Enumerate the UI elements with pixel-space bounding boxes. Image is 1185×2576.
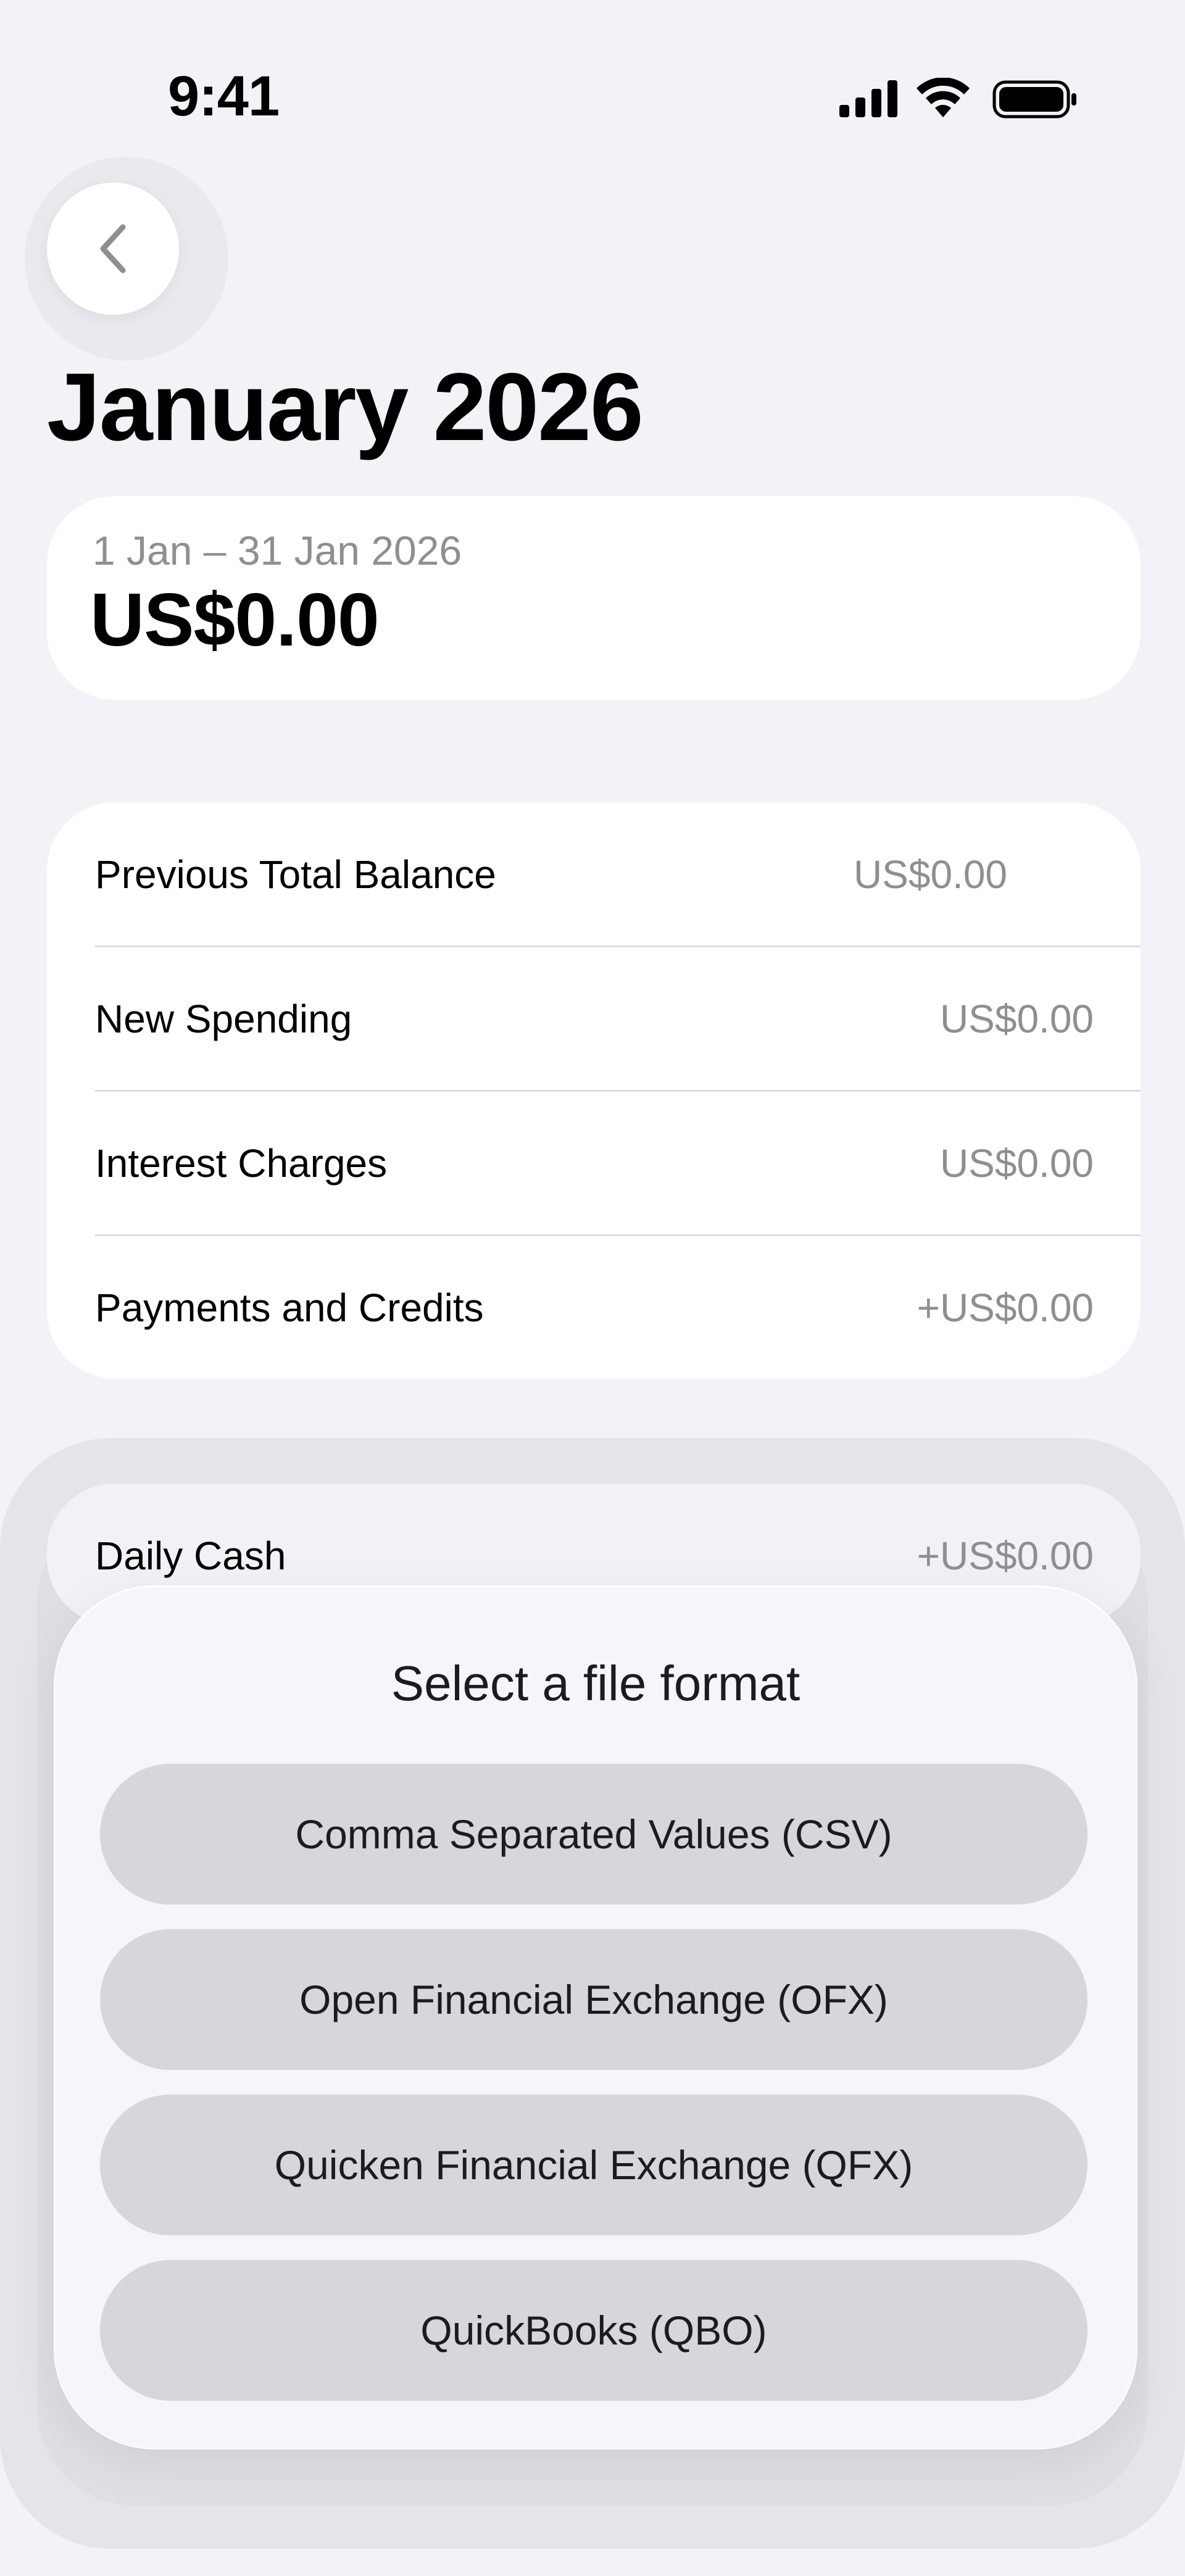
detail-value: US$0.00 xyxy=(939,997,1094,1041)
file-format-sheet: Select a file format Comma Separated Val… xyxy=(56,1587,1136,2448)
status-bar: 9:41 xyxy=(0,0,1185,191)
date-range: 1 Jan – 31 Jan 2026 xyxy=(93,528,462,573)
ofx-format-button[interactable]: Open Financial Exchange (OFX) xyxy=(100,1929,1087,2070)
detail-value: US$0.00 xyxy=(939,1141,1094,1186)
daily-cash-value: +US$0.00 xyxy=(917,1534,1094,1578)
detail-label: New Spending xyxy=(95,997,352,1041)
detail-value: US$0.00 xyxy=(853,852,1007,897)
detail-row-new-spending: New Spending US$0.00 xyxy=(95,947,1094,1091)
status-time: 9:41 xyxy=(168,65,280,128)
detail-row-interest-charges: Interest Charges US$0.00 xyxy=(95,1091,1094,1236)
detail-label: Previous Total Balance xyxy=(95,852,496,897)
wifi-icon xyxy=(917,78,970,117)
detail-label: Interest Charges xyxy=(95,1141,388,1186)
summary-card: 1 Jan – 31 Jan 2026 US$0.00 xyxy=(47,496,1141,700)
qbo-format-button[interactable]: QuickBooks (QBO) xyxy=(100,2260,1087,2401)
status-icons xyxy=(839,74,1086,123)
back-button[interactable] xyxy=(47,183,179,315)
detail-row-payments-credits: Payments and Credits +US$0.00 xyxy=(95,1236,1094,1379)
summary-amount: US$0.00 xyxy=(90,578,380,662)
sheet-title: Select a file format xyxy=(391,1656,800,1711)
cellular-signal-icon xyxy=(839,80,897,117)
detail-label: Payments and Credits xyxy=(95,1286,484,1330)
detail-value: +US$0.00 xyxy=(917,1286,1094,1330)
detail-row-previous-balance: Previous Total Balance US$0.00 xyxy=(95,802,1094,947)
battery-icon xyxy=(992,80,1076,118)
csv-format-button[interactable]: Comma Separated Values (CSV) xyxy=(100,1764,1087,1905)
details-card: Previous Total Balance US$0.00 New Spend… xyxy=(47,802,1141,1379)
qfx-format-button[interactable]: Quicken Financial Exchange (QFX) xyxy=(100,2095,1087,2235)
chevron-left-icon xyxy=(100,224,126,273)
page-title: January 2026 xyxy=(47,354,644,461)
daily-cash-label: Daily Cash xyxy=(95,1534,286,1578)
